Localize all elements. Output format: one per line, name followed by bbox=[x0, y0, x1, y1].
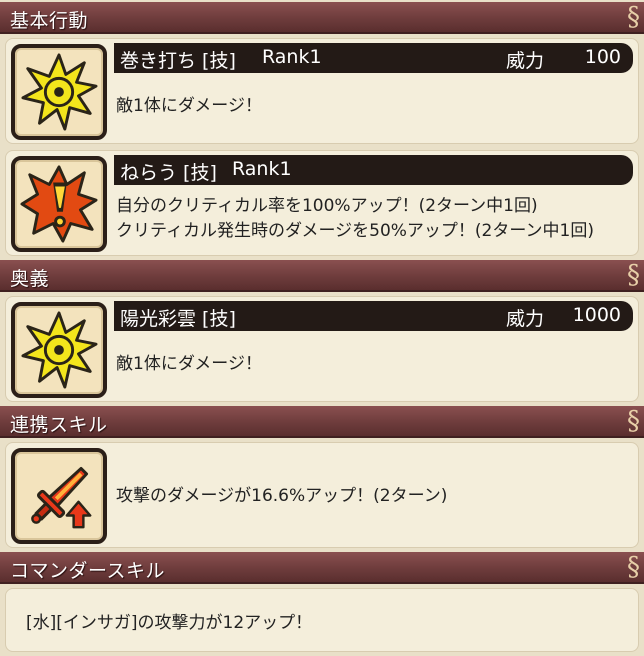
section-title: 奥義 bbox=[10, 268, 50, 290]
skill-name: ねらう [技] bbox=[120, 162, 217, 184]
skill-titlebar: 陽光彩雲 [技] 威力 1000 bbox=[114, 301, 633, 331]
section-title: 連携スキル bbox=[10, 414, 108, 436]
sword-attack-up-icon bbox=[11, 448, 107, 544]
scroll-ornament-icon: § bbox=[627, 2, 640, 32]
power-value: 100 bbox=[584, 46, 621, 68]
section-header-combo: 連携スキル § bbox=[0, 406, 644, 438]
commander-skill-description: [水][インサガ]の攻撃力が12アップ！ bbox=[26, 613, 313, 633]
skill-card-nerau[interactable]: ねらう [技] Rank1 自分のクリティカル率を100%アップ！(2ターン中1… bbox=[5, 150, 639, 256]
burst-icon bbox=[11, 302, 107, 398]
skill-name: 陽光彩雲 [技] bbox=[120, 308, 236, 330]
section-header-basic: 基本行動 § bbox=[0, 2, 644, 34]
skill-name: 巻き打ち [技] bbox=[120, 50, 236, 72]
skill-card-youkousaiun[interactable]: 陽光彩雲 [技] 威力 1000 敵1体にダメージ！ bbox=[5, 296, 639, 402]
skill-titlebar: ねらう [技] Rank1 bbox=[114, 155, 633, 185]
power-label: 威力 bbox=[506, 50, 545, 72]
scroll-ornament-icon: § bbox=[627, 552, 640, 582]
skill-description-line-2: クリティカル発生時のダメージを50%アップ！(2ターン中1回) bbox=[116, 221, 594, 241]
skill-card-makiuchi[interactable]: 巻き打ち [技] Rank1 威力 100 敵1体にダメージ！ bbox=[5, 38, 639, 144]
skill-rank: Rank1 bbox=[262, 46, 322, 68]
scroll-ornament-icon: § bbox=[627, 406, 640, 436]
skill-description-line-1: 自分のクリティカル率を100%アップ！(2ターン中1回) bbox=[116, 196, 538, 216]
section-header-ougi: 奥義 § bbox=[0, 260, 644, 292]
skill-description: 敵1体にダメージ！ bbox=[116, 96, 262, 116]
section-title: コマンダースキル bbox=[10, 560, 166, 582]
power-label: 威力 bbox=[506, 308, 545, 330]
skill-card-combo[interactable]: 攻撃のダメージが16.6%アップ！(2ターン) bbox=[5, 442, 639, 548]
burst-icon bbox=[11, 44, 107, 140]
commander-skill-card[interactable]: [水][インサガ]の攻撃力が12アップ！ bbox=[5, 588, 639, 652]
skill-titlebar: 巻き打ち [技] Rank1 威力 100 bbox=[114, 43, 633, 73]
power-value: 1000 bbox=[572, 304, 621, 326]
section-title: 基本行動 bbox=[10, 10, 89, 32]
scroll-ornament-icon: § bbox=[627, 260, 640, 290]
section-header-commander: コマンダースキル § bbox=[0, 552, 644, 584]
critical-alert-icon bbox=[11, 156, 107, 252]
skill-description: 攻撃のダメージが16.6%アップ！(2ターン) bbox=[116, 486, 448, 506]
skill-description: 敵1体にダメージ！ bbox=[116, 354, 262, 374]
skill-rank: Rank1 bbox=[232, 158, 292, 180]
